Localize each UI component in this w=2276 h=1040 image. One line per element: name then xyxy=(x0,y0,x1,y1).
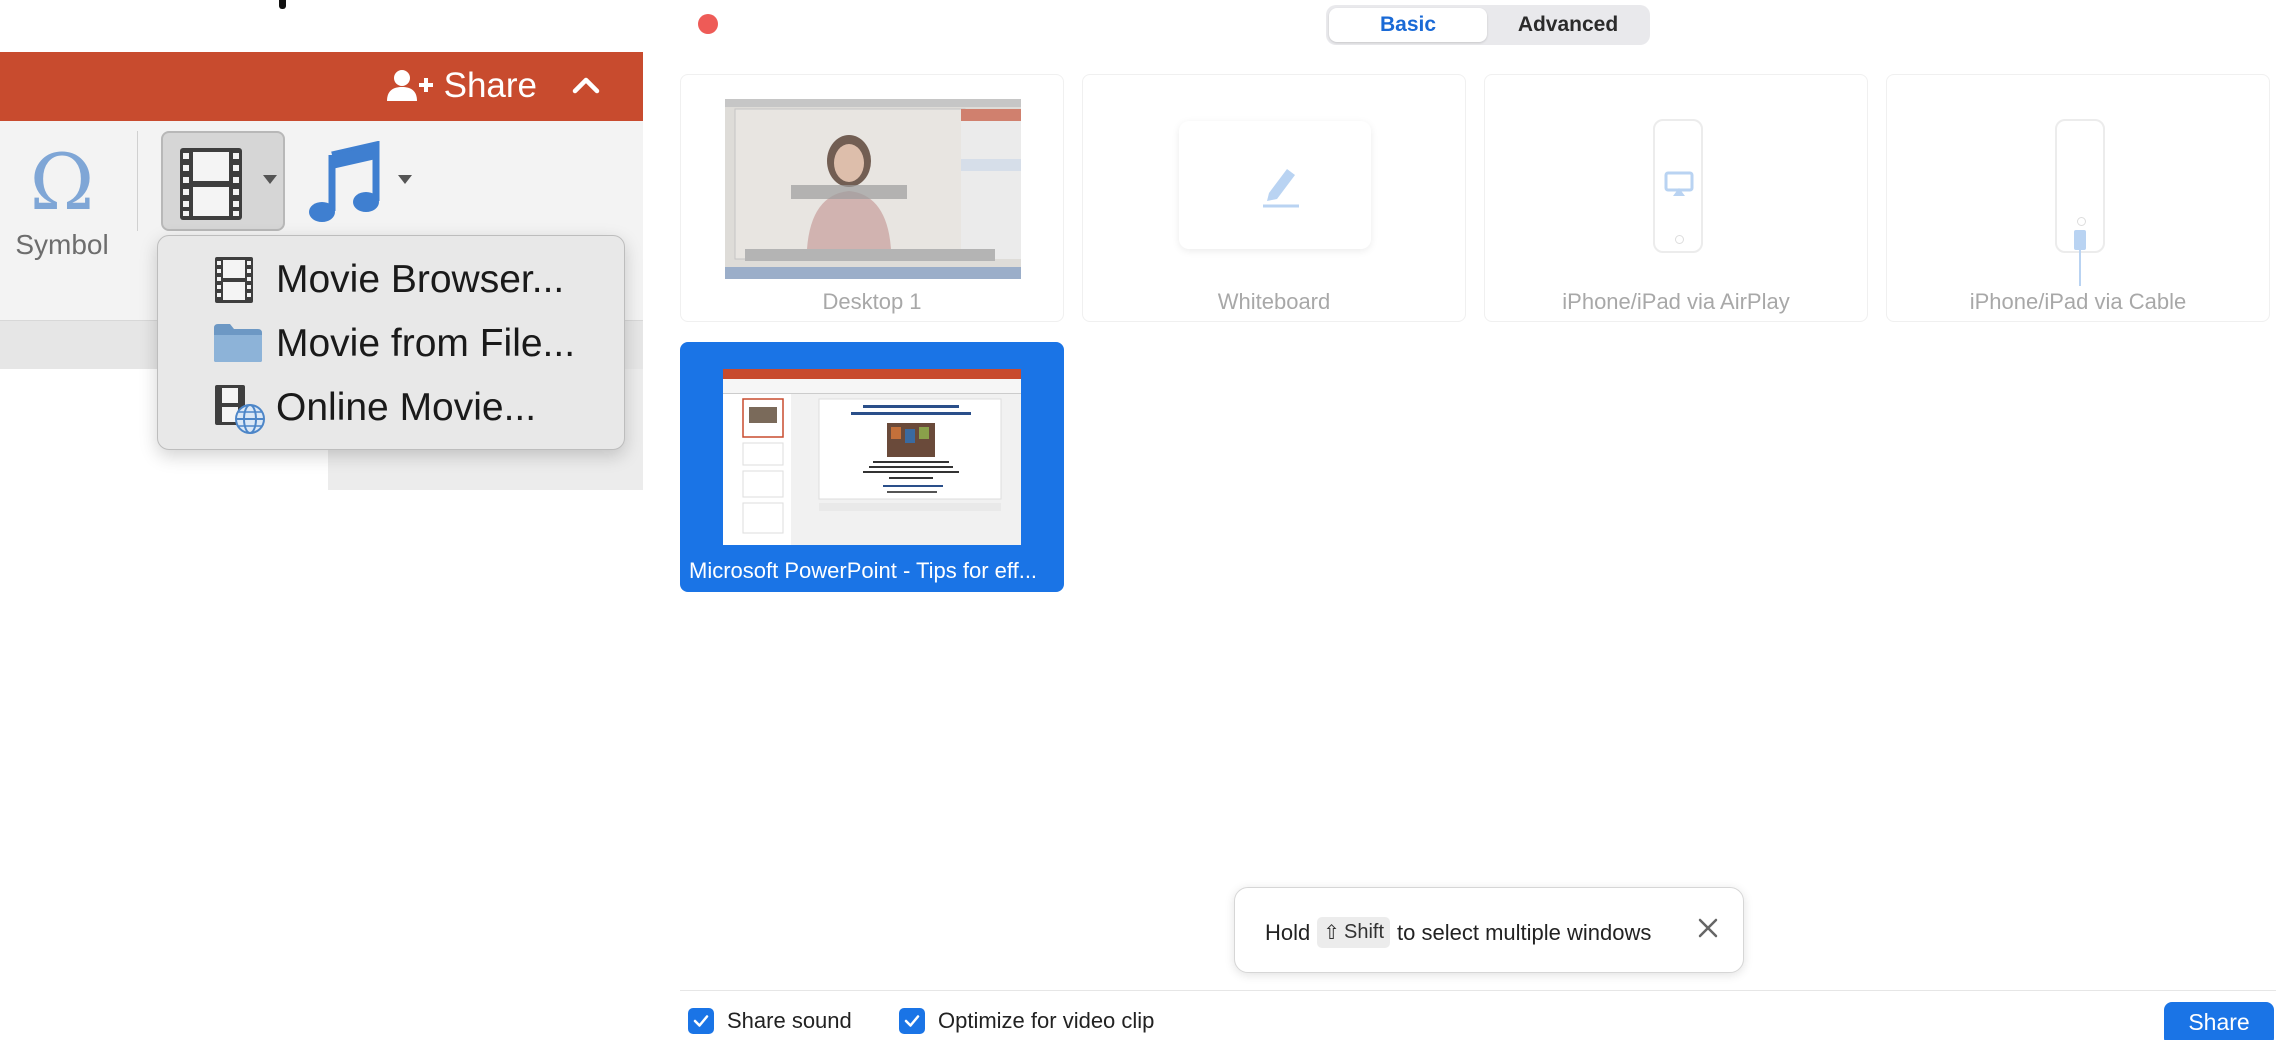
tab-advanced[interactable]: Advanced xyxy=(1489,8,1647,42)
shift-icon: ⇧ xyxy=(1323,922,1341,944)
footer-divider xyxy=(680,990,2276,991)
airplay-icon xyxy=(1664,171,1694,202)
window-close-button[interactable] xyxy=(698,14,718,34)
close-icon[interactable] xyxy=(1695,915,1721,941)
home-button xyxy=(1675,235,1684,244)
share-button[interactable]: Share xyxy=(2164,1002,2274,1040)
whiteboard-card xyxy=(1179,121,1371,249)
online-movie-icon xyxy=(214,384,265,434)
menu-item-movie-browser[interactable]: Movie Browser... xyxy=(158,248,626,310)
cable-icon xyxy=(2073,230,2087,291)
video-button[interactable] xyxy=(161,131,285,231)
tip-prefix: Hold xyxy=(1265,919,1311,945)
tip-suffix: to select multiple windows xyxy=(1397,919,1652,945)
ppt-titlebar: Share xyxy=(0,52,643,121)
menu-item-online-movie[interactable]: Online Movie... xyxy=(158,376,626,438)
source-label: Whiteboard xyxy=(1217,289,1331,314)
film-strip-icon xyxy=(214,256,260,304)
symbol-label: Symbol xyxy=(15,229,109,260)
source-tile-desktop[interactable]: Desktop 1 xyxy=(680,74,1064,322)
shift-key-label: Shift xyxy=(1344,921,1385,943)
source-label: Desktop 1 xyxy=(822,289,922,314)
share-mode-tabs: Basic Advanced xyxy=(1326,5,1650,45)
screen: Share Ω Symbol Movie Browser... Movie fr… xyxy=(0,0,2276,1040)
ribbon-divider xyxy=(137,131,138,231)
folder-icon xyxy=(212,320,262,368)
music-note-icon xyxy=(306,140,386,229)
add-person-icon xyxy=(384,69,434,103)
phone-icon xyxy=(1653,119,1703,253)
chevron-up-icon[interactable] xyxy=(571,70,601,105)
source-tile-powerpoint[interactable]: Microsoft PowerPoint - Tips for eff... xyxy=(680,342,1064,592)
source-tile-whiteboard[interactable]: Whiteboard xyxy=(1082,74,1466,322)
ppt-share-label: Share xyxy=(443,66,537,105)
powerpoint-thumbnail xyxy=(723,369,1021,545)
powerpoint-window: Share Ω Symbol Movie Browser... Movie fr… xyxy=(0,0,643,490)
chevron-down-icon xyxy=(263,175,277,184)
shift-key-badge: ⇧ Shift xyxy=(1317,917,1391,948)
share-sound-checkbox[interactable] xyxy=(688,1008,714,1034)
tip-text: Hold ⇧ Shift to select multiple windows xyxy=(1265,917,1651,948)
pencil-icon xyxy=(1259,159,1303,214)
ppt-share-button[interactable]: Share xyxy=(384,58,537,114)
movie-dropdown-menu: Movie Browser... Movie from File... Onli… xyxy=(157,235,625,450)
source-label: iPhone/iPad via Cable xyxy=(1969,289,2187,314)
ppt-top-strip xyxy=(0,0,643,52)
film-strip-icon xyxy=(179,147,243,226)
multi-select-tip: Hold ⇧ Shift to select multiple windows xyxy=(1234,887,1744,973)
desktop-thumbnail xyxy=(725,99,1021,279)
source-label: iPhone/iPad via AirPlay xyxy=(1562,289,1790,314)
share-sound-option[interactable]: Share sound xyxy=(688,1008,852,1034)
menu-item-label: Movie from File... xyxy=(276,322,576,365)
source-tile-airplay[interactable]: iPhone/iPad via AirPlay xyxy=(1484,74,1868,322)
optimize-video-option[interactable]: Optimize for video clip xyxy=(899,1008,1154,1034)
audio-button[interactable] xyxy=(306,140,416,231)
tab-basic[interactable]: Basic xyxy=(1329,8,1487,42)
menu-item-label: Online Movie... xyxy=(276,386,537,429)
chevron-down-icon xyxy=(398,175,412,184)
source-tile-cable[interactable]: iPhone/iPad via Cable xyxy=(1886,74,2270,322)
optimize-video-label: Optimize for video clip xyxy=(938,1008,1155,1033)
menu-item-movie-from-file[interactable]: Movie from File... xyxy=(158,312,626,374)
menu-item-label: Movie Browser... xyxy=(276,258,565,301)
text-cursor-mark xyxy=(279,0,286,9)
omega-icon: Ω xyxy=(29,138,95,228)
symbol-button[interactable]: Ω Symbol xyxy=(8,139,116,261)
share-sound-label: Share sound xyxy=(727,1008,852,1033)
source-label: Microsoft PowerPoint - Tips for eff... xyxy=(689,558,1038,583)
optimize-video-checkbox[interactable] xyxy=(899,1008,925,1034)
home-button xyxy=(2077,217,2086,226)
